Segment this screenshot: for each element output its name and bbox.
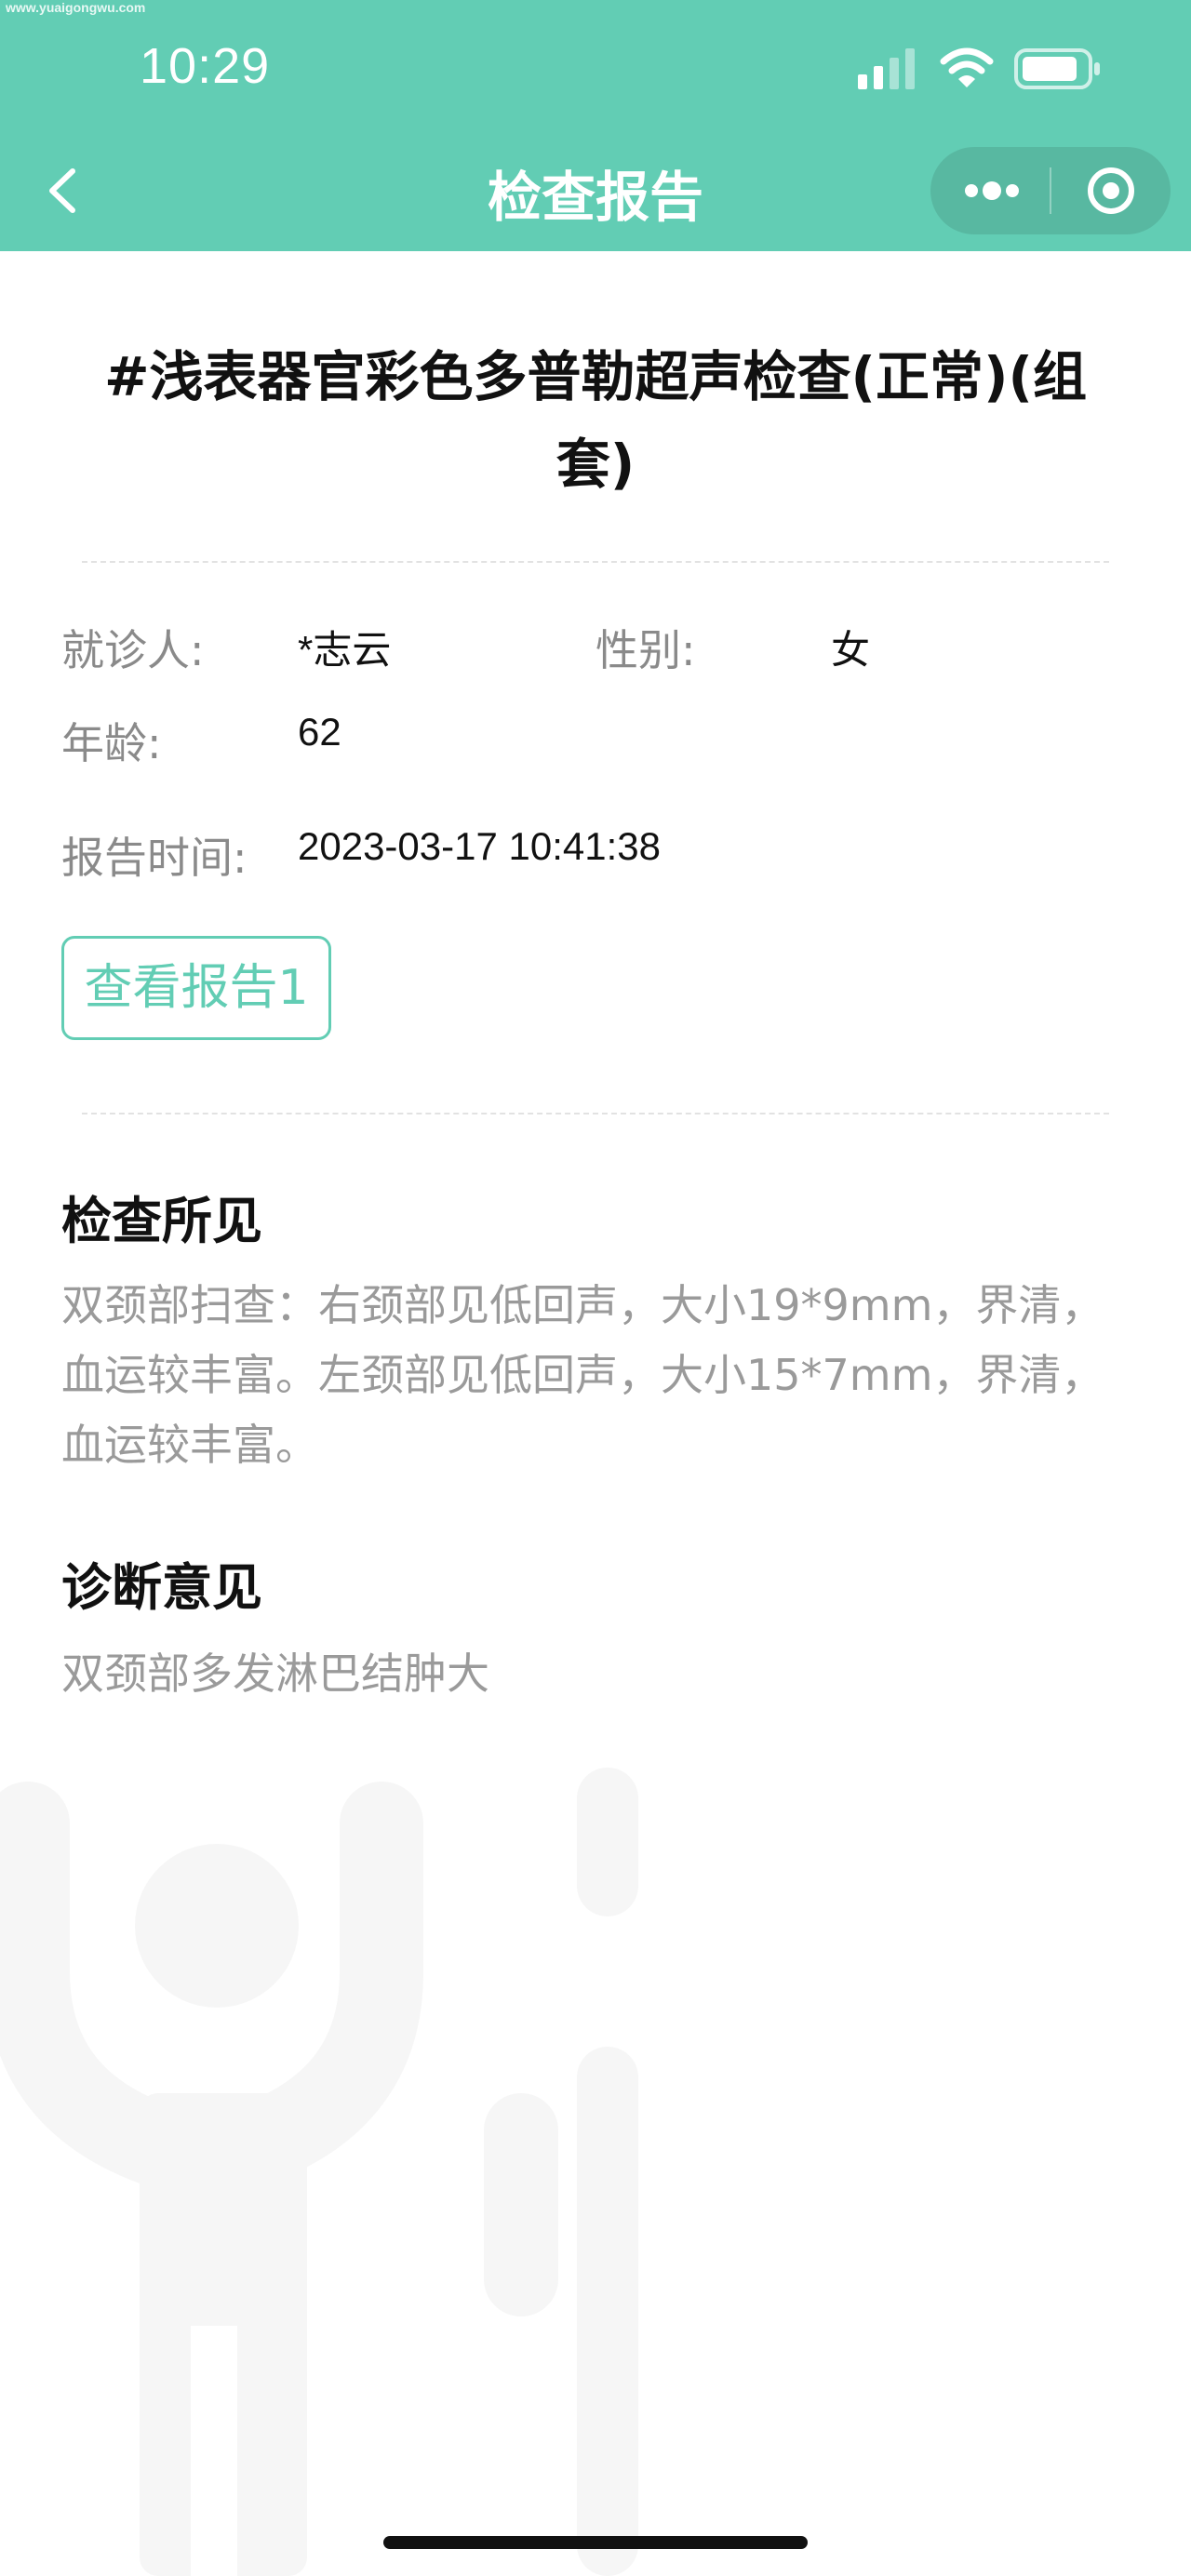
status-time: 10:29 bbox=[140, 38, 271, 94]
divider bbox=[82, 561, 1109, 563]
report-time-label: 报告时间: bbox=[61, 833, 248, 883]
divider bbox=[82, 1113, 1109, 1114]
patient-label: 就诊人: bbox=[61, 625, 205, 675]
mini-program-capsule bbox=[930, 147, 1171, 234]
close-target-icon[interactable] bbox=[1051, 147, 1171, 234]
diagnosis-text: 双颈部多发淋巴结肿大 bbox=[61, 1648, 489, 1699]
age-value: 62 bbox=[298, 710, 341, 754]
patient-value: *志云 bbox=[298, 628, 392, 672]
age-label: 年龄: bbox=[61, 718, 162, 768]
gender-label: 性别: bbox=[596, 625, 696, 675]
diagnosis-title: 诊断意见 bbox=[61, 1558, 262, 1617]
site-watermark: www.yuaigongwu.com bbox=[6, 0, 146, 15]
background-figure-watermark bbox=[0, 1768, 638, 2576]
view-report-button[interactable]: 查看报告1 bbox=[61, 936, 331, 1040]
findings-title: 检查所见 bbox=[61, 1192, 262, 1250]
findings-text: 双颈部扫查：右颈部见低回声，大小19*9mm，界清，血运较丰富。左颈部见低回声，… bbox=[61, 1280, 1104, 1470]
report-time-value: 2023-03-17 10:41:38 bbox=[298, 824, 661, 868]
app-header: www.yuaigongwu.com 10:29 检查报告 bbox=[0, 0, 1191, 251]
more-icon[interactable] bbox=[930, 147, 1050, 234]
report-title: #浅表器官彩色多普勒超声检查(正常)(组套) bbox=[103, 345, 1088, 496]
wifi-icon bbox=[940, 47, 994, 87]
signal-icon bbox=[858, 48, 915, 89]
battery-icon bbox=[1014, 48, 1100, 89]
home-indicator bbox=[383, 2536, 808, 2549]
gender-value: 女 bbox=[831, 628, 871, 672]
